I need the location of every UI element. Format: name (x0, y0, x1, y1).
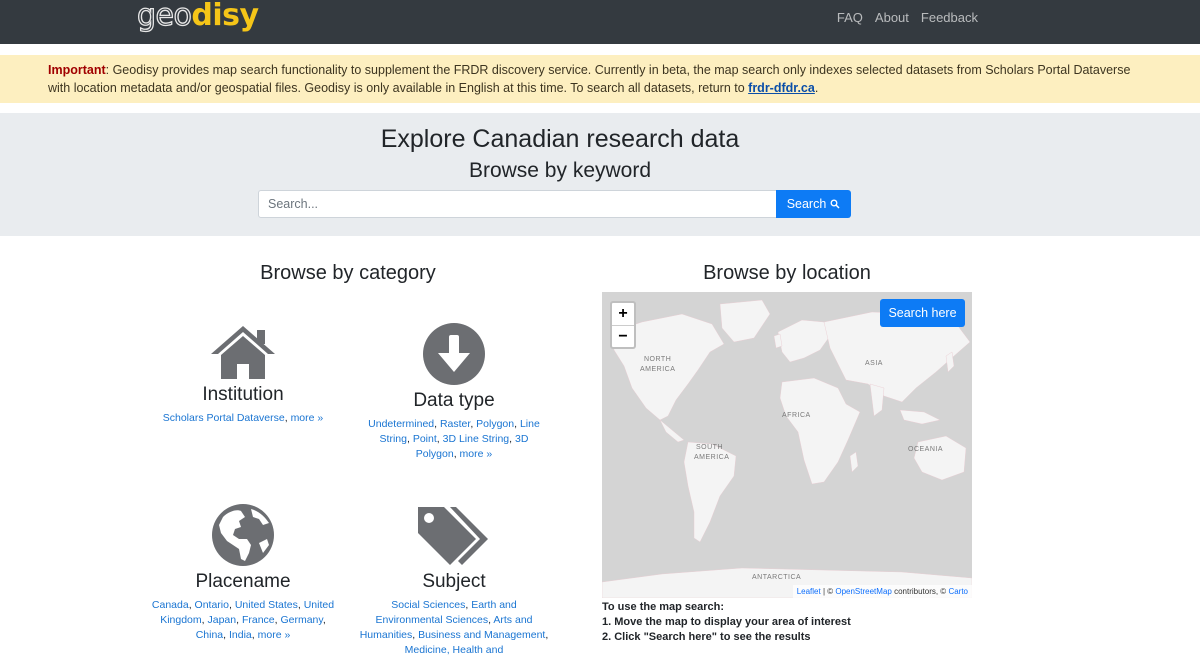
institution-links: Scholars Portal Dataverse, more » (162, 412, 324, 424)
instruction-line: To use the map search: (602, 601, 725, 613)
page-title: Explore Canadian research data (380, 125, 740, 153)
subject-link[interactable]: Business and Management (418, 629, 545, 641)
attribution-separator: | © (820, 587, 836, 596)
leaflet-link[interactable]: Leaflet (797, 587, 821, 596)
instruction-line: 2. Click "Search here" to see the result… (602, 631, 811, 643)
search-here-button[interactable]: Search here (880, 299, 965, 327)
world-map-tiles (602, 292, 972, 598)
map-label-africa: AFRICA (782, 412, 811, 419)
institution-title: Institution (202, 384, 284, 405)
datatype-link[interactable]: 3D Line String (443, 433, 510, 445)
datatype-link[interactable]: Point (413, 433, 437, 445)
logo-text-disy: disy (191, 0, 259, 33)
globe-americas-icon (212, 504, 274, 566)
map-label-oceania: OCEANIA (908, 446, 944, 453)
category-datatype: Data type Undetermined, Raster, Polygon,… (358, 322, 550, 462)
map-instructions: To use the map search: 1. Move the map t… (602, 600, 851, 645)
map-label-antarctica: ANTARCTICA (752, 574, 802, 581)
placename-link[interactable]: Ontario (195, 599, 229, 611)
datatype-links: Undetermined, Raster, Polygon, Line Stri… (368, 418, 540, 460)
search-button-label: Search (786, 197, 827, 211)
map-label-north: NORTH (644, 356, 672, 363)
map-label-asia: ASIA (865, 360, 883, 367)
nav-faq-link[interactable]: FAQ (837, 10, 863, 25)
instruction-line: 1. Move the map to display your area of … (602, 616, 851, 628)
logo-text-geo: geo (136, 0, 192, 33)
frdr-link[interactable]: frdr-dfdr.ca (748, 81, 815, 95)
geodisy-logo[interactable]: geodisy (136, 0, 259, 33)
category-placename: Placename Canada, Ontario, United States… (148, 503, 338, 643)
nav-links: FAQ About Feedback (837, 10, 978, 25)
map-label-south: SOUTH (696, 444, 723, 451)
important-notice: Important: Geodisy provides map search f… (0, 55, 1200, 103)
category-institution: Institution Scholars Portal Dataverse, m… (148, 324, 338, 426)
placename-title: Placename (195, 571, 291, 592)
map-label-south-america: AMERICA (694, 454, 730, 461)
datatype-title: Data type (413, 390, 495, 411)
notice-end: . (814, 81, 819, 95)
map-label-america: AMERICA (640, 366, 676, 373)
osm-link[interactable]: OpenStreetMap (835, 587, 891, 596)
placename-link[interactable]: France (242, 614, 275, 626)
placename-link[interactable]: Germany (280, 614, 322, 626)
navbar: geodisy FAQ About Feedback (0, 0, 1200, 44)
zoom-in-button[interactable]: + (612, 303, 634, 325)
attribution-separator: contributors, © (891, 587, 949, 596)
subject-link[interactable]: Social Sciences (391, 599, 465, 611)
placename-link[interactable]: India (229, 629, 252, 641)
datatype-more-link[interactable]: more » (460, 448, 493, 460)
subject-title: Subject (422, 571, 486, 592)
zoom-control: + − (610, 301, 636, 349)
map-attribution: Leaflet | © OpenStreetMap contributors, … (792, 585, 972, 598)
datatype-link[interactable]: Polygon (476, 418, 514, 430)
nav-feedback-link[interactable]: Feedback (921, 10, 978, 25)
tags-icon (418, 507, 488, 565)
notice-label: Important (48, 63, 106, 77)
search-button[interactable]: Search (776, 190, 851, 218)
placename-link[interactable]: Canada (152, 599, 189, 611)
placename-more-link[interactable]: more » (258, 629, 291, 641)
placename-link[interactable]: United States (235, 599, 298, 611)
carto-link[interactable]: Carto (948, 587, 968, 596)
arrow-down-circle-icon (423, 323, 485, 385)
keyword-search-section: Explore Canadian research data Browse by… (0, 113, 1200, 236)
browse-category-heading: Browse by category (260, 262, 436, 284)
search-input[interactable] (258, 190, 777, 218)
subject-link[interactable]: Medicine, Health and (405, 644, 504, 655)
subject-links: Social Sciences, Earth and Environmental… (359, 599, 549, 655)
institution-more-link[interactable]: more » (291, 412, 324, 424)
search-icon (830, 199, 840, 209)
category-subject: Subject Social Sciences, Earth and Envir… (358, 503, 550, 655)
browse-keyword-heading: Browse by keyword (468, 159, 652, 182)
datatype-link[interactable]: Undetermined (368, 418, 434, 430)
placename-link[interactable]: Japan (207, 614, 236, 626)
datatype-link[interactable]: Raster (440, 418, 470, 430)
placename-link[interactable]: China (196, 629, 223, 641)
notice-text: : Geodisy provides map search functional… (48, 63, 1131, 95)
world-map[interactable]: NORTH AMERICA ASIA AFRICA SOUTH AMERICA … (602, 292, 972, 598)
nav-about-link[interactable]: About (875, 10, 909, 25)
zoom-out-button[interactable]: − (612, 325, 634, 347)
institution-link[interactable]: Scholars Portal Dataverse (163, 412, 285, 424)
placename-links: Canada, Ontario, United States, United K… (151, 599, 335, 641)
browse-location-heading: Browse by location (703, 262, 871, 284)
home-icon (211, 326, 275, 379)
